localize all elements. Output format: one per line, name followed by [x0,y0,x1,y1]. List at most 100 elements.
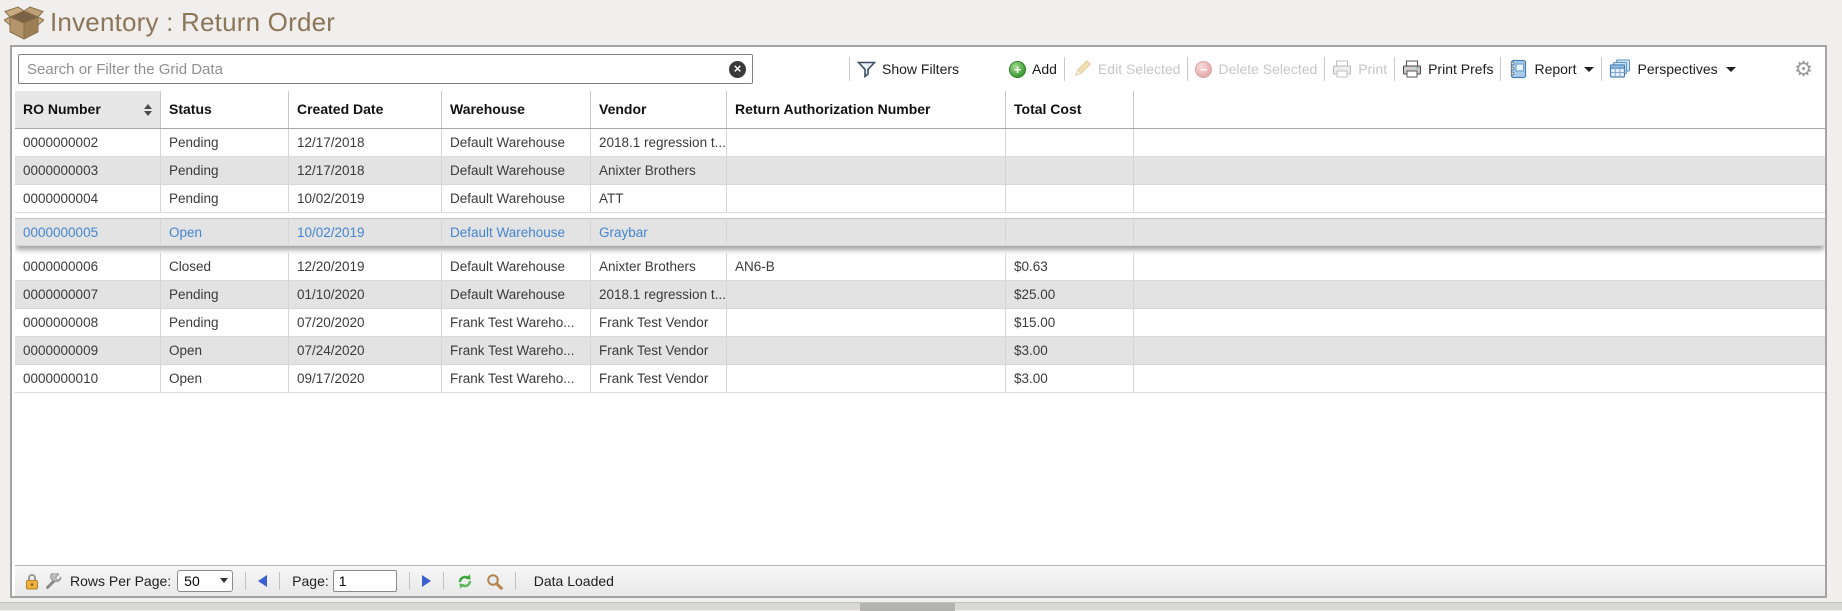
show-filters-label: Show Filters [882,61,959,77]
table-row[interactable]: 0000000002Pending12/17/2018Default Wareh… [15,129,1825,157]
report-label: Report [1534,61,1576,77]
cell-cost: $3.00 [1006,365,1134,392]
wrench-icon[interactable] [45,573,62,590]
cell-status: Open [161,365,289,392]
search-input[interactable] [18,54,753,84]
print-button[interactable]: Print [1325,54,1394,84]
cell-created: 12/20/2019 [289,253,442,280]
cell-ro: 0000000002 [15,129,161,156]
cell-ran [727,281,1006,308]
cell-vendor: Frank Test Vendor [591,309,727,336]
clear-search-button[interactable]: × [729,61,746,78]
cell-created: 10/02/2019 [289,185,442,212]
cell-cost[interactable] [1006,219,1134,245]
printer-icon [1402,60,1422,78]
cell-vendor: 2018.1 regression t... [591,281,727,308]
refresh-icon[interactable] [456,573,474,590]
report-dropdown-button[interactable]: Report [1501,54,1601,84]
cell-filler [1134,157,1825,184]
column-header-created-date[interactable]: Created Date [289,91,442,128]
print-prefs-button[interactable]: Print Prefs [1395,54,1500,84]
cell-status: Pending [161,309,289,336]
rows-per-page-label: Rows Per Page: [70,573,171,589]
grid-footer: Rows Per Page: 50 Page: [15,565,1825,596]
cell-vendor: Frank Test Vendor [591,337,727,364]
column-header-ro-number[interactable]: RO Number [15,91,161,128]
column-header-return-authorization-number[interactable]: Return Authorization Number [727,91,1006,128]
lock-icon[interactable] [25,573,39,590]
grid-status-text: Data Loaded [534,573,614,589]
cell-vendor: ATT [591,185,727,212]
previous-page-icon[interactable] [258,575,267,587]
cell-ro: 0000000007 [15,281,161,308]
cell-ro: 0000000006 [15,253,161,280]
table-row[interactable]: 0000000008Pending07/20/2020Frank Test Wa… [15,309,1825,337]
rows-per-page-select-wrap: 50 [177,570,233,592]
footer-divider [515,572,516,590]
sort-arrows-icon [144,104,152,116]
cell-status[interactable]: Open [161,219,289,245]
add-plus-icon: + [1009,61,1026,78]
table-row[interactable]: 0000000005Open10/02/2019Default Warehous… [15,218,1825,246]
cell-warehouse[interactable]: Default Warehouse [442,219,591,245]
cell-filler [1134,219,1825,245]
print-label: Print [1358,61,1387,77]
footer-divider [409,572,410,590]
table-row[interactable]: 0000000006Closed12/20/2019Default Wareho… [15,253,1825,281]
cell-warehouse: Default Warehouse [442,253,591,280]
table-row[interactable]: 0000000009Open07/24/2020Frank Test Wareh… [15,337,1825,365]
open-box-icon [4,4,44,42]
cell-filler [1134,129,1825,156]
cell-ran[interactable] [727,219,1006,245]
rows-per-page-select[interactable]: 50 [177,570,233,592]
filter-funnel-icon [857,61,876,78]
search-magnifier-icon[interactable] [486,573,503,590]
cell-ran [727,129,1006,156]
cell-filler [1134,309,1825,336]
edit-selected-button[interactable]: Edit Selected [1065,54,1188,84]
gear-icon[interactable]: ⚙ [1794,59,1815,80]
column-header-vendor[interactable]: Vendor [591,91,727,128]
page-number-input[interactable] [333,570,397,592]
perspectives-stack-icon [1609,59,1631,79]
cell-created[interactable]: 10/02/2019 [289,219,442,245]
column-label: Status [169,91,288,128]
footer-divider [443,572,444,590]
table-row[interactable]: 0000000004Pending10/02/2019Default Wareh… [15,185,1825,213]
show-filters-button[interactable]: Show Filters [850,54,966,84]
perspectives-dropdown-button[interactable]: Perspectives [1602,54,1742,84]
cell-ran [727,157,1006,184]
cell-created: 01/10/2020 [289,281,442,308]
delete-selected-button[interactable]: − Delete Selected [1188,54,1324,84]
cell-status: Closed [161,253,289,280]
cell-warehouse: Frank Test Wareho... [442,309,591,336]
return-order-panel: × Show Filters + Add [10,45,1827,598]
next-page-icon[interactable] [422,575,431,587]
edit-pencil-icon [1072,59,1092,79]
cell-status: Pending [161,129,289,156]
cell-filler [1134,365,1825,392]
cell-vendor[interactable]: Graybar [591,219,727,245]
table-row[interactable]: 0000000007Pending01/10/2020Default Wareh… [15,281,1825,309]
cell-status: Open [161,337,289,364]
cell-filler [1134,185,1825,212]
column-header-filler [1134,91,1825,128]
cell-vendor: Anixter Brothers [591,253,727,280]
add-button[interactable]: + Add [1002,54,1064,84]
cell-warehouse: Frank Test Wareho... [442,365,591,392]
cell-ro: 0000000003 [15,157,161,184]
horizontal-scrollbar[interactable] [0,602,1842,610]
column-header-warehouse[interactable]: Warehouse [442,91,591,128]
cell-ran [727,185,1006,212]
cell-created: 12/17/2018 [289,157,442,184]
print-prefs-label: Print Prefs [1428,61,1493,77]
cell-warehouse: Frank Test Wareho... [442,337,591,364]
page-header: Inventory : Return Order [0,0,1842,45]
cell-ro[interactable]: 0000000005 [15,219,161,245]
table-row[interactable]: 0000000010Open09/17/2020Frank Test Wareh… [15,365,1825,393]
delete-selected-label: Delete Selected [1218,61,1317,77]
cell-ro: 0000000004 [15,185,161,212]
column-header-total-cost[interactable]: Total Cost [1006,91,1134,128]
column-header-status[interactable]: Status [161,91,289,128]
table-row[interactable]: 0000000003Pending12/17/2018Default Wareh… [15,157,1825,185]
